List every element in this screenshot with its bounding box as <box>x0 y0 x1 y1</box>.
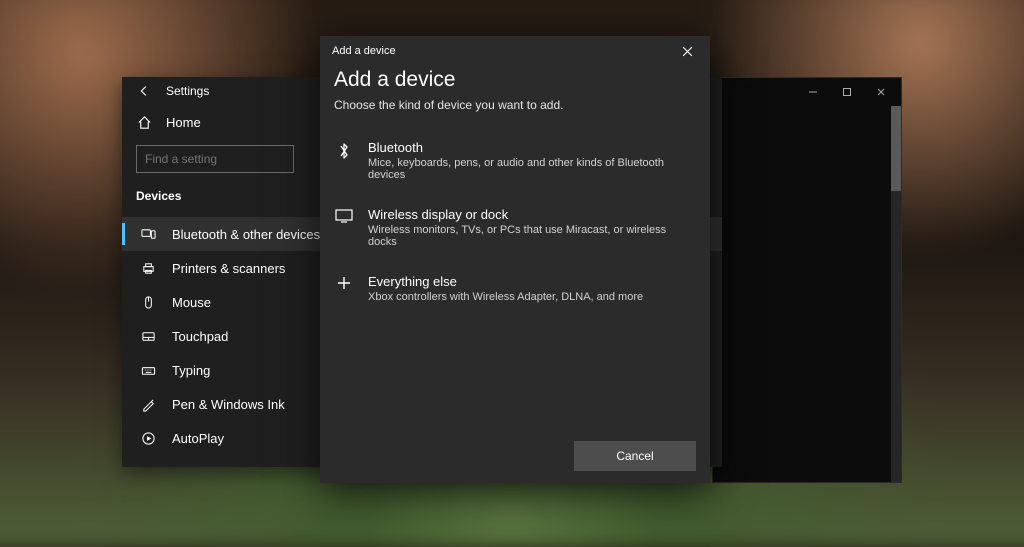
option-bluetooth[interactable]: Bluetooth Mice, keyboards, pens, or audi… <box>320 130 710 197</box>
option-wireless-display[interactable]: Wireless display or dock Wireless monito… <box>320 197 710 264</box>
option-title: Wireless display or dock <box>368 207 688 222</box>
dialog-titlebar: Add a device <box>332 45 396 57</box>
bluetooth-icon <box>334 140 354 181</box>
option-title: Everything else <box>368 274 643 289</box>
nav-label: AutoPlay <box>172 431 224 446</box>
option-title: Bluetooth <box>368 140 688 155</box>
option-everything-else[interactable]: Everything else Xbox controllers with Wi… <box>320 264 710 319</box>
option-desc: Mice, keyboards, pens, or audio and othe… <box>368 157 688 181</box>
nav-label: Pen & Windows Ink <box>172 397 285 412</box>
scrollbar-thumb[interactable] <box>891 106 901 191</box>
nav-label: Printers & scanners <box>172 261 285 276</box>
nav-label: Touchpad <box>172 329 228 344</box>
back-button[interactable] <box>122 77 166 105</box>
background-window <box>712 77 902 483</box>
dialog-close-button[interactable] <box>672 36 702 66</box>
search-input[interactable] <box>136 145 294 173</box>
dialog-heading: Add a device <box>320 66 710 98</box>
touchpad-icon <box>140 328 156 344</box>
nav-label: Mouse <box>172 295 211 310</box>
home-label: Home <box>166 115 201 130</box>
keyboard-icon <box>140 362 156 378</box>
option-desc: Wireless monitors, TVs, or PCs that use … <box>368 224 688 248</box>
mouse-icon <box>140 294 156 310</box>
nav-label: Bluetooth & other devices <box>172 227 320 242</box>
maximize-button[interactable] <box>833 82 861 102</box>
display-icon <box>334 207 354 248</box>
option-desc: Xbox controllers with Wireless Adapter, … <box>368 291 643 303</box>
window-title: Settings <box>166 84 209 98</box>
cancel-button[interactable]: Cancel <box>574 441 696 471</box>
close-button[interactable] <box>867 82 895 102</box>
autoplay-icon <box>140 430 156 446</box>
nav-label: Typing <box>172 363 210 378</box>
dialog-subheading: Choose the kind of device you want to ad… <box>320 98 710 130</box>
scrollbar-track[interactable] <box>891 106 901 482</box>
add-device-dialog: Add a device Add a device Choose the kin… <box>320 36 710 483</box>
plus-icon <box>334 274 354 303</box>
devices-icon <box>140 226 156 242</box>
pen-icon <box>140 396 156 412</box>
minimize-button[interactable] <box>799 82 827 102</box>
home-icon <box>136 114 152 130</box>
printer-icon <box>140 260 156 276</box>
